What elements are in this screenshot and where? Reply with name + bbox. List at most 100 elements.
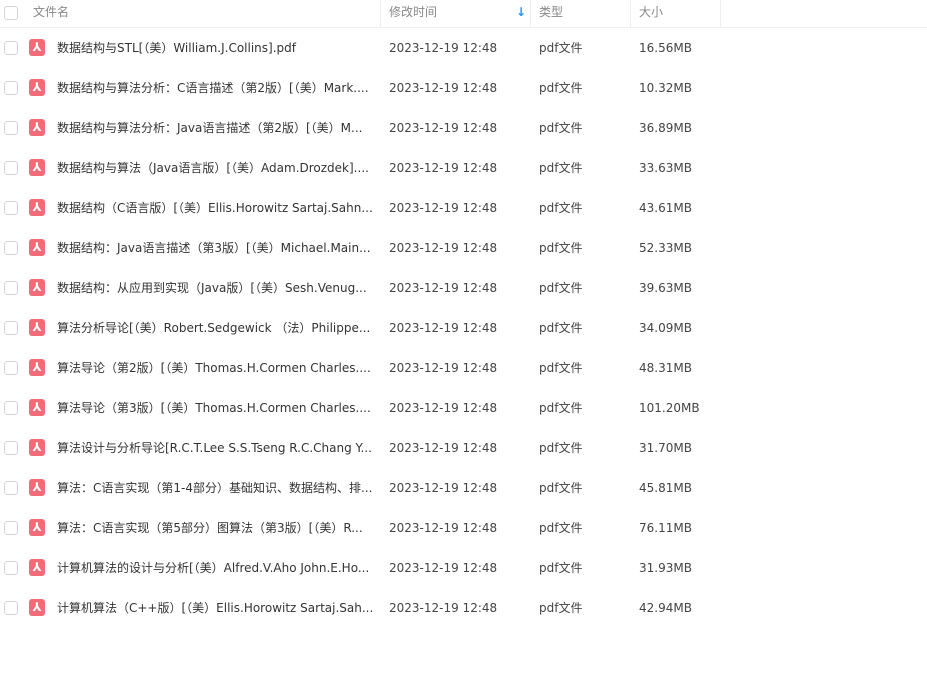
- file-name[interactable]: 算法分析导论[（美）Robert.Sedgewick （法）Philippe..…: [57, 308, 372, 348]
- table-header: 文件名 修改时间 ↓ 类型 大小: [0, 0, 927, 28]
- row-checkbox[interactable]: [4, 41, 18, 55]
- file-row[interactable]: ⅄ 算法导论（第2版）[（美）Thomas.H.Cormen Charles..…: [0, 348, 927, 388]
- row-checkbox[interactable]: [4, 561, 18, 575]
- file-type: pdf文件: [539, 441, 583, 455]
- column-divider[interactable]: [380, 0, 381, 27]
- file-size: 39.63MB: [639, 281, 692, 295]
- row-checkbox[interactable]: [4, 161, 18, 175]
- file-type: pdf文件: [539, 201, 583, 215]
- file-row[interactable]: ⅄ 数据结构与算法（Java语言版）[（美）Adam.Drozdek].... …: [0, 148, 927, 188]
- row-checkbox[interactable]: [4, 401, 18, 415]
- file-size: 31.93MB: [639, 561, 692, 575]
- file-name[interactable]: 数据结构：从应用到实现（Java版）[（美）Sesh.Venug...: [57, 268, 372, 308]
- file-row[interactable]: ⅄ 数据结构与算法分析：C语言描述（第2版）[（美）Mark.... 2023-…: [0, 68, 927, 108]
- file-name[interactable]: 数据结构与算法分析：C语言描述（第2版）[（美）Mark....: [57, 68, 372, 108]
- file-modified-time: 2023-12-19 12:48: [389, 561, 498, 575]
- row-checkbox[interactable]: [4, 81, 18, 95]
- row-checkbox[interactable]: [4, 241, 18, 255]
- pdf-file-icon: ⅄: [29, 479, 45, 496]
- row-checkbox[interactable]: [4, 201, 18, 215]
- file-name[interactable]: 算法：C语言实现（第5部分）图算法（第3版）[（美）R...: [57, 508, 372, 548]
- file-type: pdf文件: [539, 121, 583, 135]
- row-checkbox[interactable]: [4, 441, 18, 455]
- pdf-file-icon: ⅄: [29, 79, 45, 96]
- pdf-file-icon: ⅄: [29, 519, 45, 536]
- file-modified-time: 2023-12-19 12:48: [389, 521, 498, 535]
- row-checkbox[interactable]: [4, 321, 18, 335]
- file-size: 76.11MB: [639, 521, 692, 535]
- file-type: pdf文件: [539, 161, 583, 175]
- file-modified-time: 2023-12-19 12:48: [389, 361, 498, 375]
- file-modified-time: 2023-12-19 12:48: [389, 281, 498, 295]
- select-all-checkbox[interactable]: [4, 6, 18, 20]
- row-checkbox[interactable]: [4, 521, 18, 535]
- file-size: 34.09MB: [639, 321, 692, 335]
- column-divider[interactable]: [630, 0, 631, 27]
- column-header-size[interactable]: 大小: [639, 0, 663, 27]
- file-modified-time: 2023-12-19 12:48: [389, 121, 498, 135]
- pdf-file-icon: ⅄: [29, 399, 45, 416]
- pdf-file-icon: ⅄: [29, 359, 45, 376]
- file-modified-time: 2023-12-19 12:48: [389, 81, 498, 95]
- row-checkbox[interactable]: [4, 281, 18, 295]
- file-size: 31.70MB: [639, 441, 692, 455]
- file-size: 16.56MB: [639, 41, 692, 55]
- file-modified-time: 2023-12-19 12:48: [389, 441, 498, 455]
- pdf-file-icon: ⅄: [29, 119, 45, 136]
- file-row[interactable]: ⅄ 数据结构：Java语言描述（第3版）[（美）Michael.Main... …: [0, 228, 927, 268]
- pdf-file-icon: ⅄: [29, 439, 45, 456]
- file-size: 45.81MB: [639, 481, 692, 495]
- pdf-file-icon: ⅄: [29, 199, 45, 216]
- row-checkbox[interactable]: [4, 601, 18, 615]
- file-type: pdf文件: [539, 41, 583, 55]
- file-type: pdf文件: [539, 361, 583, 375]
- file-name[interactable]: 算法：C语言实现（第1-4部分）基础知识、数据结构、排...: [57, 468, 372, 508]
- file-name[interactable]: 计算机算法（C++版）[（美）Ellis.Horowitz Sartaj.Sah…: [57, 588, 372, 628]
- file-type: pdf文件: [539, 521, 583, 535]
- file-row[interactable]: ⅄ 算法设计与分析导论[R.C.T.Lee S.S.Tseng R.C.Chan…: [0, 428, 927, 468]
- row-checkbox[interactable]: [4, 361, 18, 375]
- file-type: pdf文件: [539, 601, 583, 615]
- file-type: pdf文件: [539, 561, 583, 575]
- pdf-file-icon: ⅄: [29, 559, 45, 576]
- file-size: 52.33MB: [639, 241, 692, 255]
- file-name[interactable]: 数据结构与算法分析：Java语言描述（第2版）[（美）M...: [57, 108, 372, 148]
- file-name[interactable]: 算法设计与分析导论[R.C.T.Lee S.S.Tseng R.C.Chang …: [57, 428, 372, 468]
- row-checkbox[interactable]: [4, 481, 18, 495]
- column-header-name[interactable]: 文件名: [33, 0, 69, 27]
- file-row[interactable]: ⅄ 算法导论（第3版）[（美）Thomas.H.Cormen Charles..…: [0, 388, 927, 428]
- file-row[interactable]: ⅄ 计算机算法的设计与分析[（美）Alfred.V.Aho John.E.Ho.…: [0, 548, 927, 588]
- file-modified-time: 2023-12-19 12:48: [389, 201, 498, 215]
- column-divider[interactable]: [720, 0, 721, 27]
- file-row[interactable]: ⅄ 计算机算法（C++版）[（美）Ellis.Horowitz Sartaj.S…: [0, 588, 927, 628]
- file-name[interactable]: 计算机算法的设计与分析[（美）Alfred.V.Aho John.E.Ho...: [57, 548, 372, 588]
- file-row[interactable]: ⅄ 算法分析导论[（美）Robert.Sedgewick （法）Philippe…: [0, 308, 927, 348]
- file-row[interactable]: ⅄ 算法：C语言实现（第5部分）图算法（第3版）[（美）R... 2023-12…: [0, 508, 927, 548]
- file-size: 48.31MB: [639, 361, 692, 375]
- file-name[interactable]: 数据结构与STL[（美）William.J.Collins].pdf: [57, 28, 372, 68]
- file-modified-time: 2023-12-19 12:48: [389, 41, 498, 55]
- file-row[interactable]: ⅄ 算法：C语言实现（第1-4部分）基础知识、数据结构、排... 2023-12…: [0, 468, 927, 508]
- file-name[interactable]: 数据结构（C语言版）[（美）Ellis.Horowitz Sartaj.Sahn…: [57, 188, 372, 228]
- column-header-type[interactable]: 类型: [539, 0, 563, 27]
- file-size: 36.89MB: [639, 121, 692, 135]
- file-size: 43.61MB: [639, 201, 692, 215]
- file-row[interactable]: ⅄ 数据结构与算法分析：Java语言描述（第2版）[（美）M... 2023-1…: [0, 108, 927, 148]
- arrow-down-icon[interactable]: ↓: [516, 0, 526, 25]
- row-checkbox[interactable]: [4, 121, 18, 135]
- file-size: 42.94MB: [639, 601, 692, 615]
- pdf-file-icon: ⅄: [29, 319, 45, 336]
- file-name[interactable]: 数据结构：Java语言描述（第3版）[（美）Michael.Main...: [57, 228, 372, 268]
- file-name[interactable]: 算法导论（第2版）[（美）Thomas.H.Cormen Charles....: [57, 348, 372, 388]
- file-row[interactable]: ⅄ 数据结构：从应用到实现（Java版）[（美）Sesh.Venug... 20…: [0, 268, 927, 308]
- file-name[interactable]: 数据结构与算法（Java语言版）[（美）Adam.Drozdek]....: [57, 148, 372, 188]
- file-row[interactable]: ⅄ 数据结构与STL[（美）William.J.Collins].pdf 202…: [0, 28, 927, 68]
- column-header-time[interactable]: 修改时间: [389, 0, 437, 27]
- file-type: pdf文件: [539, 401, 583, 415]
- pdf-file-icon: ⅄: [29, 239, 45, 256]
- file-type: pdf文件: [539, 281, 583, 295]
- file-name[interactable]: 算法导论（第3版）[（美）Thomas.H.Cormen Charles....: [57, 388, 372, 428]
- file-row[interactable]: ⅄ 数据结构（C语言版）[（美）Ellis.Horowitz Sartaj.Sa…: [0, 188, 927, 228]
- pdf-file-icon: ⅄: [29, 159, 45, 176]
- column-divider[interactable]: [530, 0, 531, 27]
